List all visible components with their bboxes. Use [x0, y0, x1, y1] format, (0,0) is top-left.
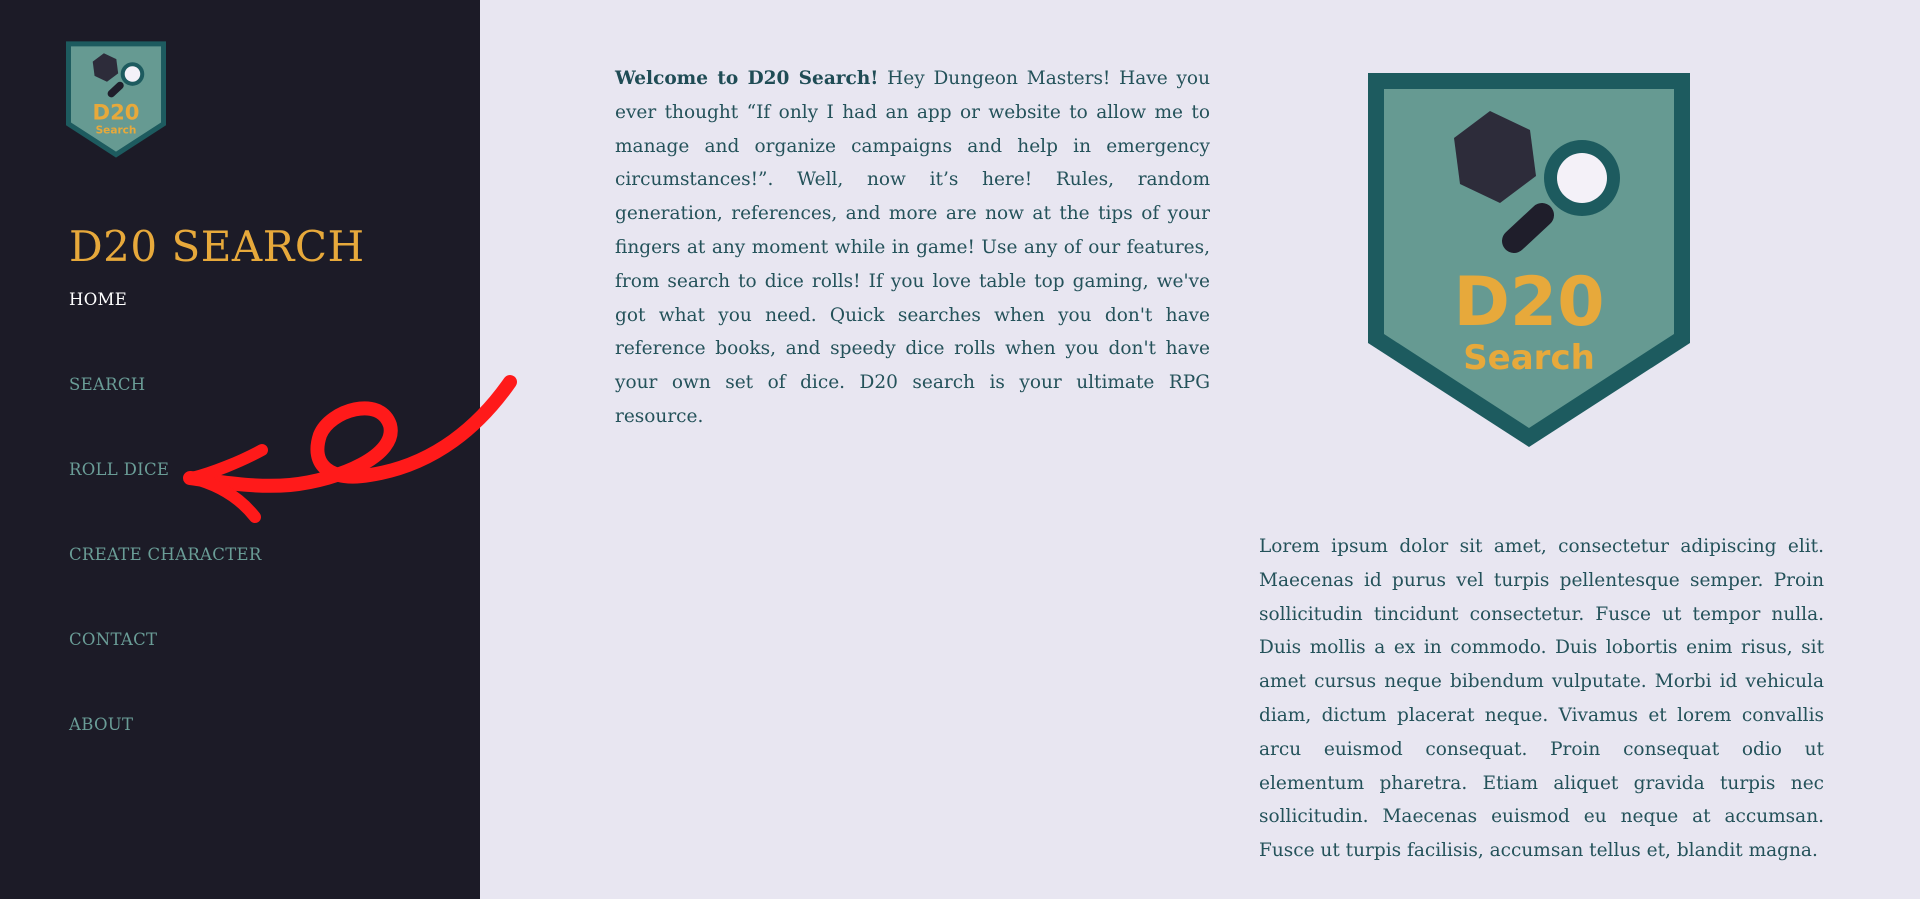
intro-text: Hey Dungeon Masters! Have you ever thoug… — [615, 68, 1210, 427]
red-arrow-annotation-icon — [183, 375, 517, 523]
nav-item-contact[interactable]: CONTACT — [69, 630, 262, 715]
lorem-paragraph: Lorem ipsum dolor sit amet, consectetur … — [1259, 536, 1824, 862]
svg-text:D20: D20 — [1453, 263, 1604, 342]
site-logo-small[interactable]: D20 Search — [66, 41, 166, 158]
intro-paragraph: Welcome to D20 Search! Hey Dungeon Maste… — [615, 62, 1210, 434]
d20-logo-large-icon: D20 Search — [1368, 73, 1690, 447]
nav-item-home[interactable]: HOME — [69, 290, 262, 375]
nav-item-about[interactable]: ABOUT — [69, 715, 262, 800]
svg-text:D20: D20 — [93, 100, 140, 125]
site-title[interactable]: D20 SEARCH — [69, 222, 365, 271]
main-nav: HOME SEARCH ROLL DICE CREATE CHARACTER C… — [69, 290, 262, 800]
nav-item-create-character[interactable]: CREATE CHARACTER — [69, 545, 262, 630]
svg-text:Search: Search — [96, 124, 137, 136]
svg-text:Search: Search — [1463, 338, 1595, 378]
intro-heading: Welcome to D20 Search! — [615, 68, 879, 89]
